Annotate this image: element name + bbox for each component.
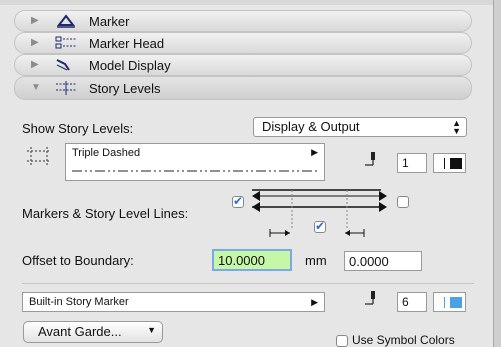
dropdown-arrow-icon: ▼ <box>147 325 156 335</box>
section-model-display[interactable]: ▶ Model Display <box>14 54 472 76</box>
pen-color-blue <box>450 297 462 308</box>
pen-icon <box>365 291 375 305</box>
use-symbol-colors-label: Use Symbol Colors <box>352 333 455 347</box>
disclosure-arrow-open-icon[interactable]: ▼ <box>31 82 41 93</box>
section-marker-head[interactable]: ▶ Marker Head <box>14 32 472 54</box>
line-type-icon <box>27 147 51 165</box>
panel-top-edge <box>0 0 493 5</box>
offset-boundary-input[interactable]: 10.0000 <box>212 249 292 271</box>
model-display-icon <box>56 59 70 71</box>
line-type-picker[interactable]: Triple Dashed ▶ <box>65 143 325 181</box>
pen-color-black <box>450 158 462 169</box>
offset-secondary-input[interactable]: 0.0000 <box>344 251 422 271</box>
marker-pen-number-value: 6 <box>402 295 409 309</box>
use-symbol-colors-checkbox[interactable] <box>336 335 348 347</box>
section-label: Story Levels <box>89 81 161 96</box>
story-levels-icon <box>56 81 76 95</box>
offset-boundary-label: Offset to Boundary: <box>22 253 134 268</box>
scrollbar[interactable] <box>493 0 501 347</box>
marker-pen-color-swatch[interactable] <box>433 292 466 312</box>
pen-number-input[interactable]: 1 <box>397 153 427 173</box>
show-story-levels-select[interactable]: Display & Output ▲ ▼ <box>253 117 467 137</box>
section-label: Marker <box>89 14 130 29</box>
font-name: Avant Garde... <box>38 324 122 339</box>
updown-chevron-icon: ▲ ▼ <box>452 118 461 136</box>
offset-boundary-value: 10.0000 <box>218 253 265 268</box>
popup-arrow-icon: ▶ <box>311 147 318 157</box>
offset-secondary-value: 0.0000 <box>349 254 389 269</box>
markers-lines-label: Markers & Story Level Lines: <box>22 206 189 221</box>
select-value: Display & Output <box>262 119 360 134</box>
section-label: Model Display <box>89 58 171 73</box>
marker-head-icon <box>55 36 76 49</box>
section-label: Marker Head <box>89 36 165 51</box>
show-story-levels-label: Show Story Levels: <box>22 121 134 136</box>
popup-arrow-icon: ▶ <box>311 297 318 307</box>
marker-triangle-icon <box>56 14 76 28</box>
marker-layout-diagram <box>252 189 387 237</box>
divider <box>22 283 474 284</box>
marker-type-name: Built-in Story Marker <box>29 296 129 308</box>
disclosure-arrow-icon[interactable]: ▶ <box>31 15 39 26</box>
disclosure-arrow-icon[interactable]: ▶ <box>31 37 39 48</box>
pen-icon <box>365 152 375 166</box>
section-marker[interactable]: ▶ Marker <box>14 10 472 32</box>
pen-number-value: 1 <box>402 156 409 170</box>
right-marker-checkbox[interactable] <box>397 196 409 208</box>
left-marker-checkbox[interactable] <box>232 194 244 208</box>
font-select-button[interactable]: Avant Garde... ▼ <box>23 321 163 343</box>
disclosure-arrow-icon[interactable]: ▶ <box>31 59 39 70</box>
offset-unit-label: mm <box>305 253 327 268</box>
pen-color-swatch[interactable] <box>433 153 466 173</box>
section-story-levels[interactable]: ▼ Story Levels <box>14 76 472 100</box>
marker-type-picker[interactable]: Built-in Story Marker ▶ <box>22 292 325 312</box>
line-type-name: Triple Dashed <box>72 147 141 159</box>
marker-pen-number-input[interactable]: 6 <box>397 292 427 312</box>
line-type-preview <box>72 170 318 172</box>
